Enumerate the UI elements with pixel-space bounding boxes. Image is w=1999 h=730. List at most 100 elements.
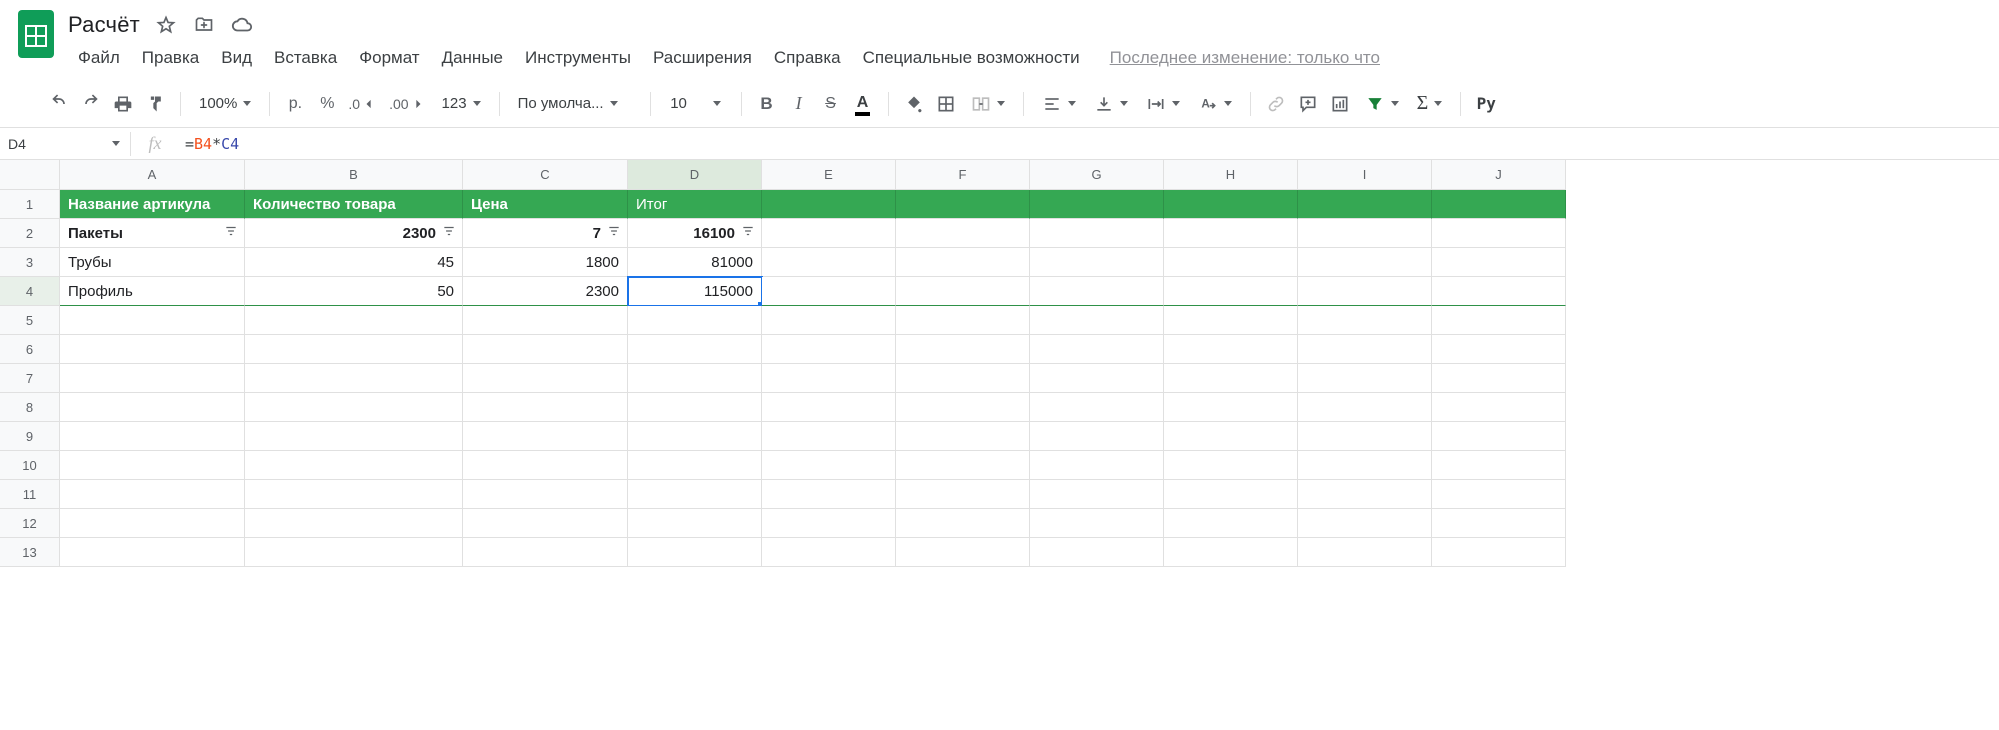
- cell[interactable]: [1030, 364, 1164, 393]
- cell[interactable]: [762, 393, 896, 422]
- cell[interactable]: [1030, 422, 1164, 451]
- row-header[interactable]: 3: [0, 248, 60, 277]
- more-formats-dropdown[interactable]: 123: [434, 89, 489, 119]
- menu-view[interactable]: Вид: [211, 44, 262, 72]
- col-header[interactable]: B: [245, 160, 463, 190]
- cell[interactable]: [1432, 306, 1566, 335]
- row-header[interactable]: 10: [0, 451, 60, 480]
- cell[interactable]: [1298, 364, 1432, 393]
- cell[interactable]: [1432, 190, 1566, 219]
- cell[interactable]: [896, 509, 1030, 538]
- row-header[interactable]: 8: [0, 393, 60, 422]
- cell[interactable]: Профиль: [60, 277, 245, 306]
- row-header[interactable]: 5: [0, 306, 60, 335]
- cell[interactable]: [1030, 509, 1164, 538]
- last-modified[interactable]: Последнее изменение: только что: [1110, 48, 1380, 68]
- cell[interactable]: [1164, 480, 1298, 509]
- cell[interactable]: [1030, 190, 1164, 219]
- cell[interactable]: [762, 538, 896, 567]
- header-cell[interactable]: Название артикула: [60, 190, 245, 219]
- cell[interactable]: [1298, 393, 1432, 422]
- cell[interactable]: [1432, 277, 1566, 306]
- cell[interactable]: [1298, 219, 1432, 248]
- vertical-align-dropdown[interactable]: [1086, 89, 1136, 119]
- row-header[interactable]: 1: [0, 190, 60, 219]
- formula-bar[interactable]: =B4*C4: [179, 135, 1999, 153]
- cell[interactable]: [60, 451, 245, 480]
- cell[interactable]: [762, 451, 896, 480]
- cell[interactable]: [762, 335, 896, 364]
- row-header[interactable]: 9: [0, 422, 60, 451]
- cell[interactable]: [896, 364, 1030, 393]
- cell[interactable]: [628, 364, 762, 393]
- cell[interactable]: [896, 538, 1030, 567]
- select-all-corner[interactable]: [0, 160, 60, 190]
- cell[interactable]: [896, 335, 1030, 364]
- cell[interactable]: [1432, 480, 1566, 509]
- cell[interactable]: [463, 306, 628, 335]
- cell[interactable]: [1298, 538, 1432, 567]
- python-button[interactable]: Py: [1471, 89, 1501, 119]
- cell[interactable]: 50: [245, 277, 463, 306]
- menu-extensions[interactable]: Расширения: [643, 44, 762, 72]
- cell[interactable]: [762, 422, 896, 451]
- cell[interactable]: [245, 509, 463, 538]
- horizontal-align-dropdown[interactable]: [1034, 89, 1084, 119]
- cell[interactable]: 2300: [245, 219, 463, 248]
- menu-tools[interactable]: Инструменты: [515, 44, 641, 72]
- selected-cell[interactable]: 115000: [628, 277, 762, 306]
- name-box[interactable]: D4: [0, 136, 130, 152]
- menu-file[interactable]: Файл: [68, 44, 130, 72]
- col-header[interactable]: E: [762, 160, 896, 190]
- cell[interactable]: [628, 451, 762, 480]
- cell[interactable]: [245, 422, 463, 451]
- cell[interactable]: [245, 393, 463, 422]
- cell[interactable]: 45: [245, 248, 463, 277]
- zoom-dropdown[interactable]: 100%: [191, 89, 259, 119]
- col-header[interactable]: A: [60, 160, 245, 190]
- filter-icon[interactable]: [607, 224, 621, 242]
- strikethrough-button[interactable]: S: [816, 89, 846, 119]
- cell[interactable]: Пакеты: [60, 219, 245, 248]
- fill-color-button[interactable]: [899, 89, 929, 119]
- functions-dropdown[interactable]: Σ: [1409, 89, 1451, 119]
- bold-button[interactable]: B: [752, 89, 782, 119]
- cell[interactable]: [628, 422, 762, 451]
- cell[interactable]: [1298, 277, 1432, 306]
- cell[interactable]: [1164, 364, 1298, 393]
- cell[interactable]: [1298, 480, 1432, 509]
- cell[interactable]: [1298, 335, 1432, 364]
- cell[interactable]: 7: [463, 219, 628, 248]
- col-header[interactable]: J: [1432, 160, 1566, 190]
- cell[interactable]: [762, 509, 896, 538]
- cell[interactable]: 2300: [463, 277, 628, 306]
- currency-button[interactable]: р.: [280, 89, 310, 119]
- cell[interactable]: [60, 480, 245, 509]
- col-header[interactable]: G: [1030, 160, 1164, 190]
- cell[interactable]: [245, 306, 463, 335]
- insert-comment-button[interactable]: [1293, 89, 1323, 119]
- insert-chart-button[interactable]: [1325, 89, 1355, 119]
- cell[interactable]: [245, 364, 463, 393]
- cell[interactable]: [1030, 277, 1164, 306]
- cell[interactable]: [1030, 306, 1164, 335]
- cell[interactable]: [1298, 306, 1432, 335]
- doc-title[interactable]: Расчёт: [68, 12, 140, 38]
- header-cell[interactable]: Итог: [628, 190, 762, 219]
- row-header[interactable]: 13: [0, 538, 60, 567]
- cell[interactable]: [1432, 538, 1566, 567]
- cell[interactable]: [1432, 422, 1566, 451]
- cell[interactable]: [1432, 509, 1566, 538]
- cell[interactable]: [1298, 509, 1432, 538]
- row-header[interactable]: 12: [0, 509, 60, 538]
- filter-button[interactable]: [1357, 89, 1407, 119]
- cell[interactable]: [1164, 306, 1298, 335]
- merge-cells-dropdown[interactable]: [963, 89, 1013, 119]
- row-header[interactable]: 11: [0, 480, 60, 509]
- cell[interactable]: [463, 451, 628, 480]
- cell[interactable]: [1432, 248, 1566, 277]
- cell[interactable]: [762, 480, 896, 509]
- cell[interactable]: [60, 422, 245, 451]
- cell[interactable]: [1164, 335, 1298, 364]
- cell[interactable]: [245, 538, 463, 567]
